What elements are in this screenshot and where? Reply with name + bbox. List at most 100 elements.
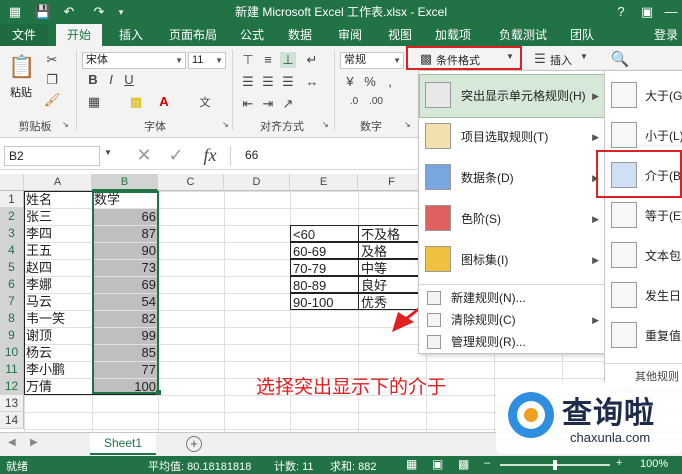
row-header[interactable]: 1 <box>0 191 24 208</box>
cell[interactable]: 60-69 <box>290 242 358 259</box>
paste-button[interactable]: 粘贴 <box>10 84 32 100</box>
insert-function-button[interactable]: fx <box>198 145 222 166</box>
scroll-left-icon[interactable]: ◀ <box>8 437 16 448</box>
submenu-item[interactable]: 文本包 <box>605 237 682 275</box>
decrease-decimal-icon[interactable]: .00 <box>368 96 384 107</box>
ribbon-display-icon[interactable]: ▣ <box>638 3 656 21</box>
submenu-item[interactable]: 重复值 <box>605 317 682 355</box>
tab-data[interactable]: 数据 <box>280 24 320 46</box>
tab-file[interactable]: 文件 <box>0 24 48 46</box>
zoom-thumb[interactable] <box>553 460 557 470</box>
font-launcher-icon[interactable]: ↘ <box>222 120 229 129</box>
name-box[interactable]: B2 <box>4 146 100 166</box>
underline-button[interactable]: U <box>122 72 136 87</box>
menu-item[interactable]: 突出显示单元格规则(H) ▶ <box>419 77 605 115</box>
paste-icon[interactable]: 📋 <box>8 54 36 82</box>
page-break-view-icon[interactable]: ▩ <box>458 457 469 471</box>
normal-view-icon[interactable]: ▦ <box>406 457 417 471</box>
menu-small-item[interactable]: 管理规则(R)... <box>419 331 605 353</box>
percent-icon[interactable]: % <box>362 74 378 89</box>
row-header[interactable]: 11 <box>0 361 24 378</box>
row-header[interactable]: 4 <box>0 242 24 259</box>
minimize-icon[interactable]: — <box>662 3 680 21</box>
increase-indent-icon[interactable]: ⇥ <box>260 96 276 112</box>
copy-icon[interactable]: ❐ <box>44 72 60 88</box>
name-box-dropdown-icon[interactable]: ▼ <box>104 148 112 157</box>
tab-insert[interactable]: 插入 <box>108 24 154 46</box>
cell[interactable]: 70-79 <box>290 259 358 276</box>
decrease-indent-icon[interactable]: ⇤ <box>240 96 256 112</box>
row-header[interactable]: 6 <box>0 276 24 293</box>
wrap-text-icon[interactable]: ↵ <box>304 52 320 68</box>
align-launcher-icon[interactable]: ↘ <box>322 120 329 129</box>
format-painter-icon[interactable]: 🖌 <box>44 92 61 108</box>
align-center-icon[interactable]: ☰ <box>260 74 276 90</box>
row-header[interactable]: 5 <box>0 259 24 276</box>
font-name-combo[interactable]: 宋体 ▼ <box>82 52 186 69</box>
zoom-out-icon[interactable]: – <box>484 457 490 469</box>
help-icon[interactable]: ? <box>612 3 630 21</box>
align-top-icon[interactable]: ⊤ <box>240 52 256 68</box>
row-header[interactable]: 12 <box>0 378 24 395</box>
increase-decimal-icon[interactable]: .0 <box>346 96 362 107</box>
number-format-combo[interactable]: 常规 ▼ <box>340 52 404 69</box>
align-left-icon[interactable]: ☰ <box>240 74 256 90</box>
cell[interactable]: 80-89 <box>290 276 358 293</box>
tab-home[interactable]: 开始 <box>56 24 102 46</box>
fill-color-icon[interactable]: ▩ <box>128 94 144 110</box>
row-header[interactable]: 9 <box>0 327 24 344</box>
phonetic-icon[interactable]: 文 <box>196 94 214 110</box>
column-header[interactable]: C <box>158 174 224 191</box>
menu-item[interactable]: 项目选取规则(T) ▶ <box>419 118 605 156</box>
font-size-combo[interactable]: 11 ▼ <box>188 52 226 69</box>
align-middle-icon[interactable]: ≡ <box>260 52 276 67</box>
menu-item[interactable]: 色阶(S) ▶ <box>419 200 605 238</box>
page-layout-view-icon[interactable]: ▣ <box>432 457 443 471</box>
row-header[interactable]: 2 <box>0 208 24 225</box>
row-header[interactable]: 3 <box>0 225 24 242</box>
merge-icon[interactable]: ↔ <box>304 74 320 89</box>
comma-icon[interactable]: , <box>382 74 398 89</box>
zoom-level[interactable]: 100% <box>640 458 668 470</box>
font-color-icon[interactable]: A <box>156 94 172 109</box>
cell[interactable]: <60 <box>290 225 358 242</box>
menu-item[interactable]: 数据条(D) ▶ <box>419 159 605 197</box>
column-header[interactable]: A <box>24 174 92 191</box>
orientation-icon[interactable]: ↗ <box>280 96 296 112</box>
row-header[interactable]: 10 <box>0 344 24 361</box>
tab-page-layout[interactable]: 页面布局 <box>160 24 226 46</box>
fill-handle[interactable] <box>156 390 161 395</box>
column-header[interactable]: B <box>92 174 158 191</box>
cut-icon[interactable]: ✂ <box>44 52 60 68</box>
find-icon[interactable]: 🔍 <box>610 50 630 68</box>
insert-button[interactable]: 插入 <box>550 52 572 68</box>
zoom-in-icon[interactable]: + <box>616 457 622 469</box>
menu-small-item[interactable]: 清除规则(C) ▶ <box>419 309 605 331</box>
select-all-corner[interactable] <box>0 174 24 191</box>
add-sheet-button[interactable]: + <box>186 436 202 452</box>
italic-button[interactable]: I <box>104 72 118 87</box>
menu-item[interactable]: 图标集(I) ▶ <box>419 241 605 279</box>
align-right-icon[interactable]: ☰ <box>280 74 296 90</box>
menu-small-item[interactable]: 新建规则(N)... <box>419 287 605 309</box>
tab-addins[interactable]: 加载项 <box>428 24 478 46</box>
row-header[interactable]: 7 <box>0 293 24 310</box>
row-header[interactable]: 13 <box>0 395 24 412</box>
tab-load-test[interactable]: 负载测试 <box>492 24 554 46</box>
row-header[interactable]: 14 <box>0 412 24 429</box>
submenu-item[interactable]: 等于(E) <box>605 197 682 235</box>
sheet-tab-sheet1[interactable]: Sheet1 <box>90 433 156 455</box>
number-launcher-icon[interactable]: ↘ <box>404 120 411 129</box>
scroll-right-icon[interactable]: ▶ <box>30 437 38 448</box>
login-link[interactable]: 登录 <box>650 24 682 46</box>
tab-formulas[interactable]: 公式 <box>232 24 272 46</box>
align-bottom-icon[interactable]: ⊥ <box>280 52 296 68</box>
border-icon[interactable]: ▦ <box>86 94 102 110</box>
clipboard-launcher-icon[interactable]: ↘ <box>62 120 69 129</box>
cell[interactable]: 90-100 <box>290 293 358 310</box>
enter-icon[interactable]: ✓ <box>166 145 186 166</box>
submenu-item[interactable]: 大于(G) <box>605 77 682 115</box>
cancel-icon[interactable]: ✕ <box>134 145 154 166</box>
cond-format-button[interactable]: 条件格式 <box>436 52 480 68</box>
column-header[interactable]: D <box>224 174 290 191</box>
